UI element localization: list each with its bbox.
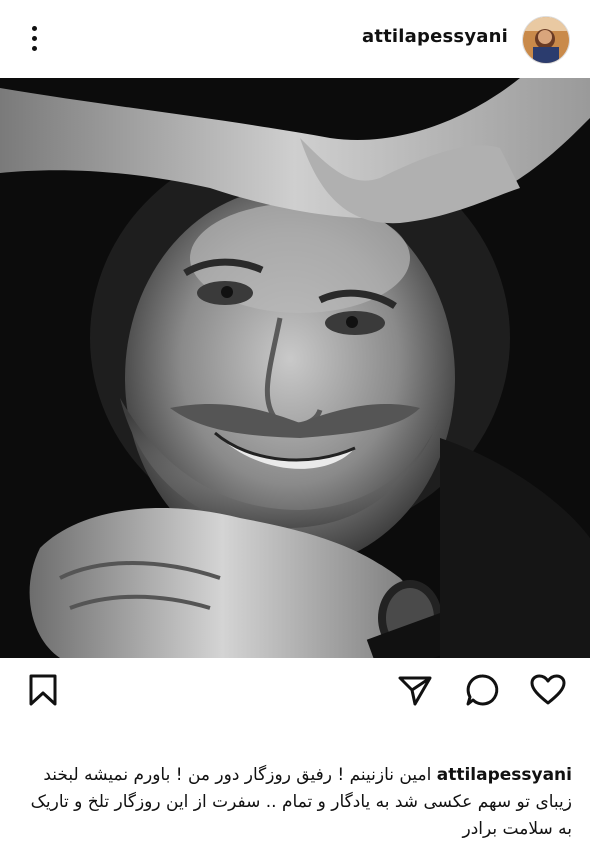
more-options-button[interactable] bbox=[18, 20, 50, 56]
bookmark-icon bbox=[29, 674, 57, 706]
post-caption: attilapessyani امین نازنینم ! رفیق روزگا… bbox=[17, 762, 572, 843]
avatar[interactable] bbox=[522, 16, 570, 64]
send-icon bbox=[398, 676, 432, 706]
post-username[interactable]: attilapessyani bbox=[362, 26, 508, 47]
more-dot bbox=[31, 35, 37, 41]
post-photo[interactable] bbox=[0, 78, 590, 658]
share-button[interactable] bbox=[398, 674, 432, 710]
heart-icon bbox=[530, 674, 566, 705]
like-button[interactable] bbox=[530, 674, 566, 710]
more-dot bbox=[31, 45, 37, 51]
more-vertical-icon bbox=[31, 25, 37, 31]
comment-button[interactable] bbox=[465, 673, 499, 711]
bookmark-button[interactable] bbox=[28, 674, 58, 710]
post-actions-bar bbox=[0, 660, 590, 724]
comment-icon bbox=[466, 674, 499, 706]
caption-username[interactable]: attilapessyani bbox=[437, 765, 572, 785]
post-header: attilapessyani bbox=[0, 0, 590, 78]
